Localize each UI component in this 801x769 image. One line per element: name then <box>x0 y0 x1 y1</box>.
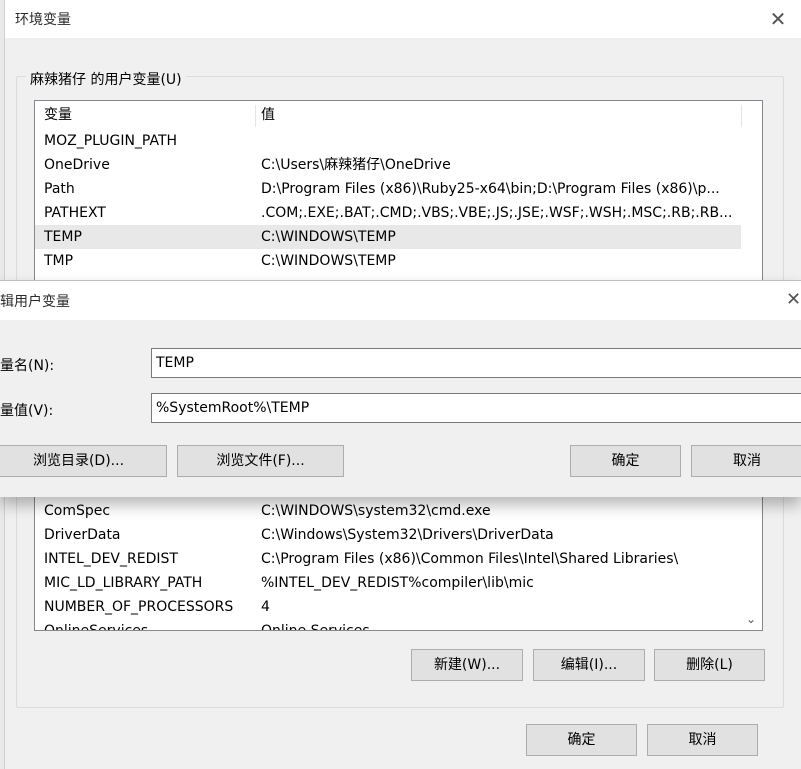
variable-value: C:\WINDOWS\TEMP <box>261 229 396 245</box>
edit-ok-button[interactable]: 确定 <box>570 445 681 477</box>
table-row[interactable]: MIC_LD_LIBRARY_PATH %INTEL_DEV_REDIST%co… <box>35 571 741 595</box>
edit-dialog-titlebar: 编辑用户变量 ✕ <box>0 281 801 320</box>
table-row[interactable]: INTEL_DEV_REDIST C:\Program Files (x86)\… <box>35 547 741 571</box>
main-close-icon[interactable]: ✕ <box>765 6 791 32</box>
browse-file-button[interactable]: 浏览文件(F)... <box>177 445 344 477</box>
table-row[interactable]: TMP C:\WINDOWS\TEMP <box>35 249 741 273</box>
table-row-selected[interactable]: TEMP C:\WINDOWS\TEMP <box>35 225 741 249</box>
variable-value: C:\Windows\System32\Drivers\DriverData <box>261 527 554 543</box>
scroll-down-icon[interactable]: ⌄ <box>744 612 758 626</box>
variable-value: C:\Users\麻辣猪仔\OneDrive <box>261 157 451 173</box>
table-row[interactable]: PATHEXT .COM;.EXE;.BAT;.CMD;.VBS;.VBE;.J… <box>35 201 741 225</box>
user-variables-table[interactable]: 变量 值 MOZ_PLUGIN_PATH OneDrive C:\Users\麻… <box>34 100 763 282</box>
variable-value: C:\Program Files (x86)\Common Files\Inte… <box>261 551 679 567</box>
table-row[interactable]: OnlineServices Online Services <box>35 619 741 631</box>
edit-dialog-close-icon[interactable]: ✕ <box>786 288 801 312</box>
table-row[interactable]: DriverData C:\Windows\System32\Drivers\D… <box>35 523 741 547</box>
column-header-value[interactable]: 值 <box>261 101 275 129</box>
main-window-title: 环境变量 <box>15 12 71 28</box>
browse-directory-button[interactable]: 浏览目录(D)... <box>0 445 167 477</box>
variable-name-label: 变量名(N): <box>0 358 55 374</box>
column-separator[interactable] <box>741 105 742 127</box>
variable-value-label: 变量值(V): <box>0 403 54 419</box>
variable-value: .COM;.EXE;.BAT;.CMD;.VBS;.VBE;.JS;.JSE;.… <box>261 205 733 221</box>
new-variable-button[interactable]: 新建(W)... <box>411 649 523 681</box>
variable-name-input[interactable]: TEMP <box>151 348 801 378</box>
variable-name: OnlineServices <box>44 623 149 631</box>
table-row[interactable]: Path D:\Program Files (x86)\Ruby25-x64\b… <box>35 177 741 201</box>
main-titlebar: 环境变量 ✕ <box>5 0 801 38</box>
table-row[interactable]: MOZ_PLUGIN_PATH <box>35 129 741 153</box>
variable-name: PATHEXT <box>44 205 106 221</box>
variable-value-input[interactable]: %SystemRoot%\TEMP <box>151 393 801 423</box>
table-row[interactable]: OneDrive C:\Users\麻辣猪仔\OneDrive <box>35 153 741 177</box>
variable-name: DriverData <box>44 527 121 543</box>
edit-variable-button[interactable]: 编辑(I)... <box>533 649 645 681</box>
variable-value: D:\Program Files (x86)\Ruby25-x64\bin;D:… <box>261 181 720 197</box>
variable-name: OneDrive <box>44 157 110 173</box>
variable-name: Path <box>44 181 75 197</box>
delete-variable-button[interactable]: 删除(L) <box>654 649 765 681</box>
variable-name: MOZ_PLUGIN_PATH <box>44 133 178 149</box>
variable-name: ComSpec <box>44 503 111 519</box>
edit-cancel-button[interactable]: 取消 <box>691 445 801 477</box>
variable-value: %INTEL_DEV_REDIST%compiler\lib\mic <box>261 575 534 591</box>
edit-dialog-title: 编辑用户变量 <box>0 294 70 310</box>
variable-value: C:\WINDOWS\TEMP <box>261 253 396 269</box>
variable-value: Online Services <box>261 623 370 631</box>
variable-name: TEMP <box>44 229 82 245</box>
table-row[interactable]: ComSpec C:\WINDOWS\system32\cmd.exe <box>35 499 741 523</box>
main-ok-button[interactable]: 确定 <box>526 724 637 756</box>
variable-name: NUMBER_OF_PROCESSORS <box>44 599 234 615</box>
variable-name: MIC_LD_LIBRARY_PATH <box>44 575 203 591</box>
edit-user-variable-dialog: 编辑用户变量 ✕ 变量名(N): TEMP 变量值(V): %SystemRoo… <box>0 280 801 497</box>
main-cancel-button[interactable]: 取消 <box>647 724 758 756</box>
column-separator[interactable] <box>255 105 256 127</box>
variable-name: INTEL_DEV_REDIST <box>44 551 178 567</box>
variable-name: TMP <box>44 253 74 269</box>
table-row[interactable]: NUMBER_OF_PROCESSORS 4 <box>35 595 741 619</box>
user-variables-group-label: 麻辣猪仔 的用户变量(U) <box>26 69 186 89</box>
variable-value: 4 <box>261 599 270 615</box>
system-variables-table[interactable]: ComSpec C:\WINDOWS\system32\cmd.exe Driv… <box>34 496 763 631</box>
variable-value: C:\WINDOWS\system32\cmd.exe <box>261 503 491 519</box>
column-header-variable[interactable]: 变量 <box>44 101 72 129</box>
